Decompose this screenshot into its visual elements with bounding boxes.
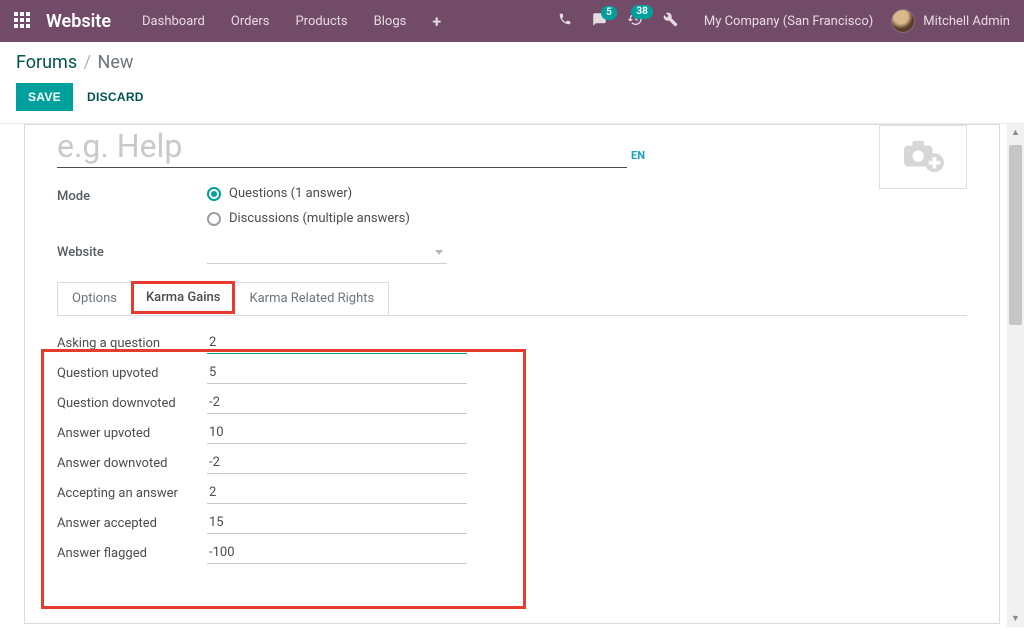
tools-icon[interactable]	[655, 12, 686, 31]
karma-flagged-input[interactable]	[207, 542, 467, 564]
breadcrumb-root[interactable]: Forums	[16, 52, 77, 73]
save-button[interactable]: SAVE	[16, 83, 73, 111]
nav-blogs[interactable]: Blogs	[363, 14, 418, 29]
radio-unchecked-icon	[207, 212, 221, 226]
breadcrumb-current: New	[98, 52, 134, 73]
karma-adown-input[interactable]	[207, 452, 467, 474]
control-bar: Forums / New SAVE DISCARD	[0, 42, 1024, 124]
scroll-down-icon[interactable]: ▼	[1007, 610, 1024, 627]
app-brand[interactable]: Website	[46, 11, 111, 32]
tab-pane-karma-gains: Asking a question Question upvoted Quest…	[57, 315, 967, 580]
karma-accepting-label: Accepting an answer	[57, 486, 207, 501]
tab-karma-rights[interactable]: Karma Related Rights	[234, 282, 389, 315]
scroll-thumb[interactable]	[1009, 145, 1022, 325]
mode-questions-radio[interactable]: Questions (1 answer)	[207, 186, 410, 201]
karma-aup-label: Answer upvoted	[57, 426, 207, 441]
breadcrumb: Forums / New	[16, 52, 1008, 73]
nav-orders[interactable]: Orders	[220, 14, 281, 29]
discard-button[interactable]: DISCARD	[87, 90, 144, 104]
karma-asking-label: Asking a question	[57, 336, 207, 351]
karma-qup-label: Question upvoted	[57, 366, 207, 381]
activities-icon[interactable]: 38	[619, 11, 651, 31]
mode-option-label: Discussions (multiple answers)	[229, 211, 410, 226]
karma-accepted-label: Answer accepted	[57, 516, 207, 531]
form-sheet: EN Mode Questions (1 answer) Discussions…	[24, 124, 1000, 624]
messages-icon[interactable]: 5	[584, 12, 615, 31]
forum-name-input[interactable]	[57, 125, 627, 168]
scroll-up-icon[interactable]: ▲	[1007, 124, 1024, 141]
tab-options[interactable]: Options	[57, 282, 132, 315]
website-label: Website	[57, 242, 207, 260]
radio-checked-icon	[207, 187, 221, 201]
top-navbar: Website Dashboard Orders Products Blogs …	[0, 0, 1024, 42]
image-placeholder[interactable]	[879, 125, 967, 189]
karma-adown-label: Answer downvoted	[57, 456, 207, 471]
karma-aup-input[interactable]	[207, 422, 467, 444]
website-select[interactable]	[207, 242, 447, 264]
karma-asking-input[interactable]	[207, 332, 467, 354]
karma-qdown-label: Question downvoted	[57, 396, 207, 411]
mode-label: Mode	[57, 186, 207, 204]
tab-bar: Options Karma Gains Karma Related Rights	[57, 282, 967, 315]
nav-dashboard[interactable]: Dashboard	[131, 14, 216, 29]
user-name: Mitchell Admin	[923, 14, 1010, 29]
karma-accepting-input[interactable]	[207, 482, 467, 504]
apps-icon[interactable]	[14, 12, 32, 30]
user-menu[interactable]: Mitchell Admin	[891, 9, 1010, 33]
messages-badge: 5	[601, 6, 617, 20]
nav-new-icon[interactable]: +	[421, 12, 452, 31]
company-switcher[interactable]: My Company (San Francisco)	[690, 14, 887, 29]
mode-discussions-radio[interactable]: Discussions (multiple answers)	[207, 211, 410, 226]
karma-accepted-input[interactable]	[207, 512, 467, 534]
form-body: EN Mode Questions (1 answer) Discussions…	[0, 124, 1024, 627]
vertical-scrollbar[interactable]: ▲ ▼	[1007, 124, 1024, 627]
phone-icon[interactable]	[550, 12, 580, 30]
scroll-track[interactable]	[1007, 141, 1024, 610]
activities-badge: 38	[631, 5, 652, 19]
lang-badge[interactable]: EN	[631, 149, 645, 162]
breadcrumb-sep: /	[84, 52, 91, 73]
nav-products[interactable]: Products	[284, 14, 358, 29]
karma-qup-input[interactable]	[207, 362, 467, 384]
avatar	[891, 9, 915, 33]
tab-karma-gains[interactable]: Karma Gains	[131, 281, 235, 314]
mode-option-label: Questions (1 answer)	[229, 186, 352, 201]
karma-flagged-label: Answer flagged	[57, 546, 207, 561]
karma-qdown-input[interactable]	[207, 392, 467, 414]
